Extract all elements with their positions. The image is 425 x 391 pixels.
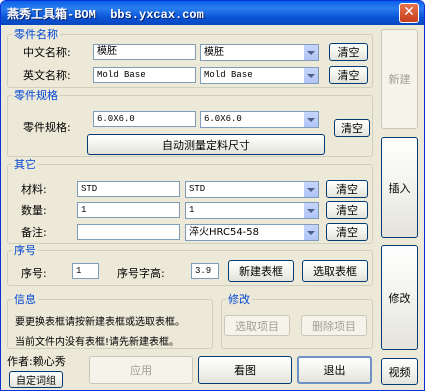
new-table-button[interactable]: 新建表框 [228,260,294,282]
qty-input[interactable]: 1 [77,202,180,218]
cn-name-clear-button[interactable]: 清空 [329,43,368,61]
serial-legend: 序号 [12,244,38,257]
title-bar[interactable]: 燕秀工具箱-BOM bbs.yxcax.com ✕ [1,1,424,25]
video-button[interactable]: 视频 [381,358,418,385]
material-input[interactable]: STD [77,181,180,197]
new-button[interactable]: 新建 [381,29,418,129]
en-name-combo[interactable]: Mold Base [200,67,319,84]
part-spec-label: 零件规格: [23,121,71,134]
material-clear-button[interactable]: 清空 [326,180,368,198]
qty-combo-value: 1 [189,205,195,215]
info-line-2: 当前文件内没有表框!请先新建表框。 [15,337,180,348]
en-name-label: 英文名称: [23,69,71,82]
select-item-button[interactable]: 选取项目 [224,315,290,336]
auto-measure-button[interactable]: 自动测量定料尺寸 [87,134,325,155]
view-button[interactable]: 看图 [198,356,292,384]
cn-name-combo-value: 模胚 [204,47,224,58]
en-name-clear-button[interactable]: 清空 [329,66,368,84]
info-legend: 信息 [12,293,38,306]
close-button[interactable]: ✕ [399,3,419,23]
note-input[interactable] [77,224,180,240]
part-spec-legend: 零件规格 [12,89,60,102]
part-name-legend: 零件名称 [12,28,60,41]
serial-input[interactable]: 1 [72,263,99,279]
chevron-down-icon[interactable] [303,203,318,218]
note-combo-value: 淬火HRC54-58 [189,227,260,238]
en-name-combo-value: Mold Base [204,70,253,80]
chevron-down-icon[interactable] [303,45,318,60]
material-combo-value: STD [189,184,206,194]
note-label: 备注: [21,226,47,239]
insert-button[interactable]: 插入 [381,137,418,238]
chevron-down-icon[interactable] [303,225,318,240]
modify-legend: 修改 [226,293,252,306]
part-spec-clear-button[interactable]: 清空 [334,119,370,137]
delete-item-button[interactable]: 删除项目 [301,315,367,336]
font-height-input[interactable]: 3.9 [191,263,219,279]
part-spec-combo-value: 6.0X6.0 [204,114,242,124]
bom-window: 燕秀工具箱-BOM bbs.yxcax.com ✕ 零件名称 中文名称: 模胚 … [0,0,425,391]
material-label: 材料: [21,183,47,196]
chevron-down-icon[interactable] [303,112,318,127]
note-combo[interactable]: 淬火HRC54-58 [185,224,319,241]
chevron-down-icon[interactable] [303,68,318,83]
other-legend: 其它 [12,158,38,171]
info-line-1: 要更换表框请按新建表框或选取表框。 [15,317,185,328]
qty-label: 数量: [21,204,47,217]
custom-words-button[interactable]: 自定词组 [9,371,63,388]
cn-name-label: 中文名称: [23,46,71,59]
part-spec-input[interactable]: 6.0X6.0 [93,111,196,127]
qty-combo[interactable]: 1 [185,202,319,219]
chevron-down-icon[interactable] [303,182,318,197]
en-name-input[interactable]: Mold Base [93,67,196,83]
apply-button[interactable]: 应用 [89,356,193,384]
window-title: 燕秀工具箱-BOM bbs.yxcax.com [7,8,204,22]
qty-clear-button[interactable]: 清空 [326,201,368,219]
author-label: 作者:赖心秀 [7,355,66,368]
select-table-button[interactable]: 选取表框 [302,260,368,282]
note-clear-button[interactable]: 清空 [326,223,368,241]
modify-button[interactable]: 修改 [381,245,418,350]
font-height-label: 序号字高: [117,267,165,280]
part-spec-combo[interactable]: 6.0X6.0 [200,111,319,128]
serial-label: 序号: [21,267,47,280]
cn-name-input[interactable]: 模胚 [93,44,196,60]
cn-name-combo[interactable]: 模胚 [200,44,319,61]
exit-button[interactable]: 退出 [297,356,372,384]
material-combo[interactable]: STD [185,181,319,198]
